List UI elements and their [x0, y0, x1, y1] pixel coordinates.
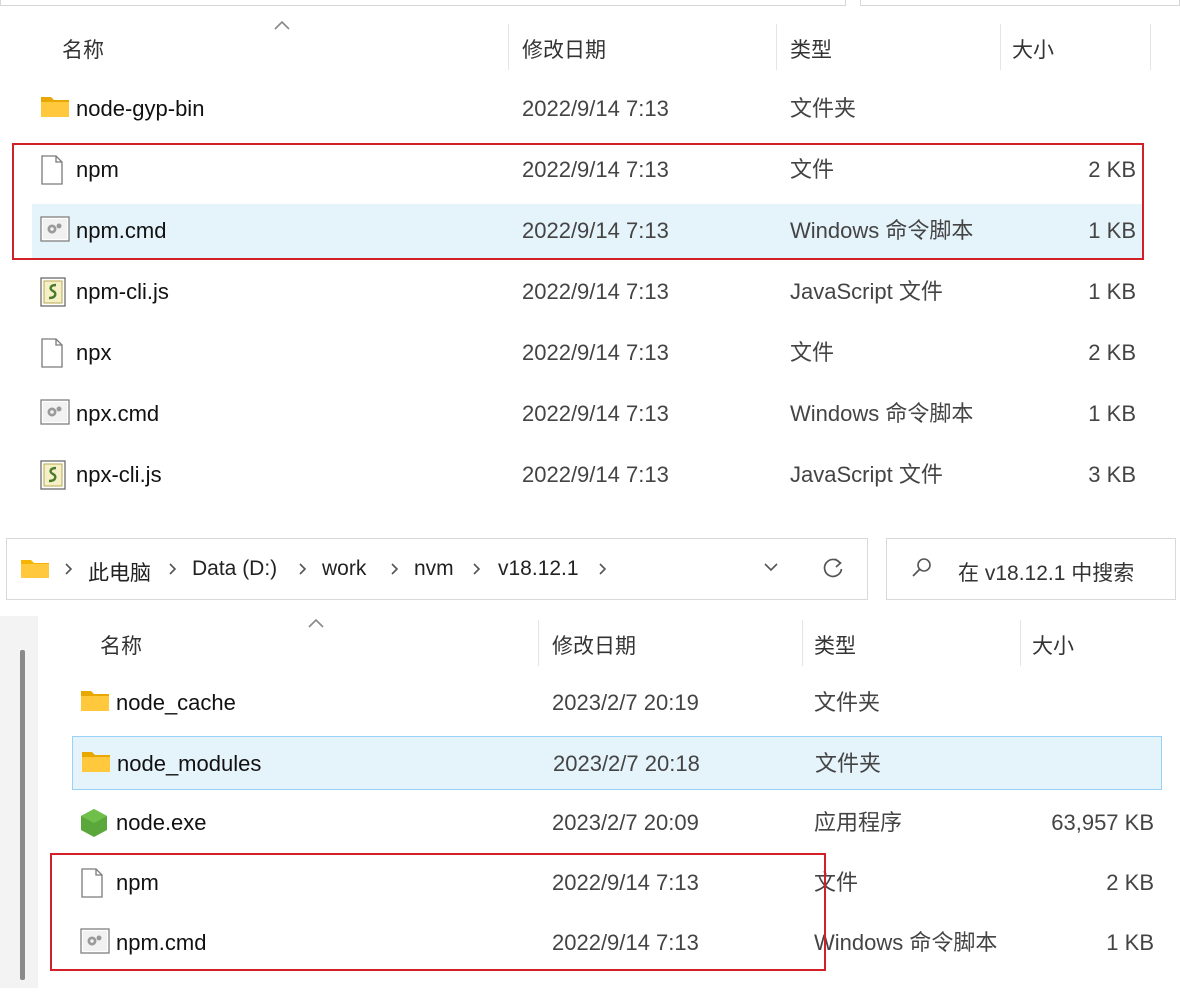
navigation-pane-edge [0, 616, 38, 988]
folder-icon [20, 557, 50, 579]
list-item[interactable]: node-gyp-bin 2022/9/14 7:13 文件夹 [32, 82, 1142, 136]
list-item[interactable]: node_modules 2023/2/7 20:18 文件夹 [72, 736, 1162, 790]
column-header-date[interactable]: 修改日期 [552, 630, 636, 660]
search-icon [910, 556, 934, 580]
list-item[interactable]: npx 2022/9/14 7:13 文件 2 KB [32, 326, 1142, 380]
navigation-pane-scrollbar[interactable] [20, 650, 25, 980]
column-separator[interactable] [1000, 24, 1001, 70]
breadcrumb-chevron-right-icon[interactable] [470, 560, 484, 578]
list-item[interactable]: npm-cli.js 2022/9/14 7:13 JavaScript 文件 1 K… [32, 265, 1142, 319]
breadcrumb-item[interactable]: 此电脑 [88, 557, 151, 587]
list-item[interactable]: npx.cmd 2022/9/14 7:13 Windows 命令脚本 1 KB [32, 387, 1142, 441]
highlight-box-top [12, 143, 1144, 260]
column-header-name[interactable]: 名称 [100, 630, 142, 660]
sort-up-indicator [272, 18, 292, 32]
list-item[interactable]: node.exe 2023/2/7 20:09 应用程序 63,957 KB [72, 796, 1162, 850]
file-size: 1 KB [1088, 401, 1136, 426]
file-size [32, 82, 1136, 136]
breadcrumb-item[interactable]: v18.12.1 [498, 557, 579, 581]
column-header-date[interactable]: 修改日期 [522, 34, 606, 64]
column-header-name[interactable]: 名称 [62, 34, 104, 64]
column-separator[interactable] [508, 24, 509, 70]
file-size: 3 KB [1088, 462, 1136, 487]
search-input[interactable]: 在 v18.12.1 中搜索 [958, 557, 1134, 587]
breadcrumb-chevron-right-icon[interactable] [62, 560, 76, 578]
file-size: 1 KB [1088, 279, 1136, 304]
column-separator[interactable] [802, 620, 803, 666]
column-header-type[interactable]: 类型 [814, 630, 856, 660]
column-separator[interactable] [1150, 24, 1151, 70]
file-size [73, 737, 1155, 791]
list-item[interactable]: npx-cli.js 2022/9/14 7:13 JavaScript 文件 3 K… [32, 448, 1142, 502]
top-window-edge-right [860, 0, 1180, 6]
list-item[interactable]: node_cache 2023/2/7 20:19 文件夹 [72, 676, 1162, 730]
refresh-icon[interactable] [820, 555, 846, 581]
file-size [72, 676, 1154, 730]
address-dropdown-chevron-icon[interactable] [760, 556, 782, 578]
column-header-size[interactable]: 大小 [1012, 34, 1054, 64]
breadcrumb-chevron-right-icon[interactable] [296, 560, 310, 578]
column-separator[interactable] [1020, 620, 1021, 666]
sort-up-indicator [306, 616, 326, 630]
breadcrumb-item[interactable]: Data (D:) [192, 557, 277, 581]
column-separator[interactable] [776, 24, 777, 70]
column-header-type[interactable]: 类型 [790, 34, 832, 64]
top-window-edge-left [0, 0, 846, 6]
breadcrumb-chevron-right-icon[interactable] [388, 560, 402, 578]
breadcrumb-chevron-right-icon[interactable] [166, 560, 180, 578]
file-size: 63,957 KB [1051, 810, 1154, 835]
breadcrumb-item[interactable]: work [322, 557, 366, 581]
column-separator[interactable] [538, 620, 539, 666]
highlight-box-bottom [50, 853, 826, 971]
breadcrumb-item[interactable]: nvm [414, 557, 454, 581]
file-size: 2 KB [1088, 340, 1136, 365]
breadcrumb-chevron-right-icon[interactable] [596, 560, 610, 578]
column-header-size[interactable]: 大小 [1032, 630, 1074, 660]
